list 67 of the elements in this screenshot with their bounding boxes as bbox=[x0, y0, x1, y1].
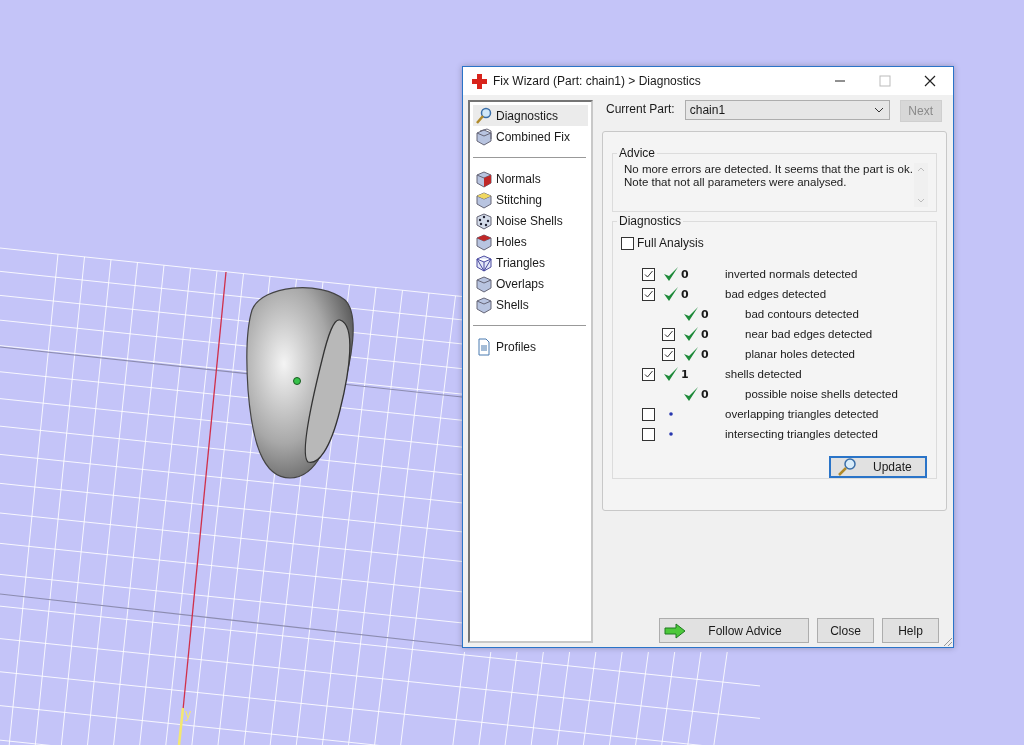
dot-icon bbox=[668, 432, 673, 436]
magnifier-icon bbox=[837, 458, 857, 476]
update-button[interactable]: Update bbox=[829, 456, 927, 478]
diagnostic-label: possible noise shells detected bbox=[745, 388, 898, 400]
magnifier-icon bbox=[475, 106, 493, 125]
close-icon[interactable] bbox=[924, 75, 936, 87]
cube-icon bbox=[475, 232, 493, 251]
group-title: Advice bbox=[618, 146, 657, 160]
current-part-label: Current Part: bbox=[606, 102, 675, 116]
count-value: 0 bbox=[681, 267, 689, 281]
count-value: 0 bbox=[681, 287, 689, 301]
document-icon bbox=[475, 337, 493, 356]
diagnostic-label: bad contours detected bbox=[745, 308, 859, 320]
cube-icon bbox=[475, 274, 493, 293]
axis-label: y bbox=[185, 707, 191, 721]
sidebar-item[interactable]: Shells bbox=[473, 294, 588, 315]
stacked-cubes-icon bbox=[475, 127, 493, 146]
group-title: Diagnostics bbox=[618, 214, 683, 228]
diagnostic-label: intersecting triangles detected bbox=[725, 428, 878, 440]
chevron-up-icon bbox=[917, 167, 925, 172]
dice-icon bbox=[475, 211, 493, 230]
advice-text: No more errors are detected. It seems that the part is ok. Note that not all parameters were analysed. bbox=[624, 163, 913, 190]
resize-grip-icon[interactable] bbox=[943, 637, 953, 647]
arrow-right-icon bbox=[664, 622, 686, 639]
checkbox[interactable] bbox=[621, 236, 634, 250]
scrollbar[interactable] bbox=[914, 163, 928, 207]
chevron-down-icon bbox=[917, 198, 925, 203]
cube-icon bbox=[475, 190, 493, 209]
diagnostic-label: shells detected bbox=[725, 368, 802, 380]
checkbox[interactable] bbox=[642, 367, 655, 381]
sidebar-item[interactable]: Triangles bbox=[473, 252, 588, 273]
sidebar-item[interactable]: Combined Fix bbox=[473, 126, 588, 147]
chevron-down-icon bbox=[873, 107, 884, 113]
checkbox[interactable] bbox=[642, 267, 655, 281]
count-value: 0 bbox=[701, 327, 709, 341]
part-dropdown[interactable]: chain1 bbox=[684, 100, 890, 120]
wireframe-cube-icon bbox=[475, 253, 493, 272]
dot-icon bbox=[668, 412, 673, 416]
count-value: 0 bbox=[701, 387, 709, 401]
diagnostic-label: near bad edges detected bbox=[745, 328, 873, 340]
cross-icon bbox=[472, 73, 487, 89]
count-value: 0 bbox=[701, 347, 709, 361]
diagnostic-label: overlapping triangles detected bbox=[725, 408, 879, 420]
sidebar-item[interactable]: Stitching bbox=[473, 189, 588, 210]
diagnostic-label: planar holes detected bbox=[745, 348, 855, 360]
sidebar-item[interactable]: Holes bbox=[473, 231, 588, 252]
checkbox[interactable] bbox=[642, 287, 655, 301]
checkbox[interactable] bbox=[662, 327, 675, 341]
checkbox-label: Full Analysis bbox=[637, 236, 704, 250]
diagnostic-label: inverted normals detected bbox=[725, 268, 858, 280]
sidebar-item[interactable]: Noise Shells bbox=[473, 210, 588, 231]
count-value: 0 bbox=[701, 307, 709, 321]
diagnostic-label: bad edges detected bbox=[725, 288, 827, 300]
follow-advice-button[interactable]: Follow Advice bbox=[659, 618, 809, 643]
cube-icon bbox=[475, 169, 493, 188]
sidebar-item[interactable]: Diagnostics bbox=[473, 105, 588, 126]
sidebar-item[interactable]: Overlaps bbox=[473, 273, 588, 294]
checkbox[interactable] bbox=[662, 347, 675, 361]
checkbox[interactable] bbox=[642, 427, 655, 441]
cube-icon bbox=[475, 295, 493, 314]
sidebar-item[interactable]: Profiles bbox=[473, 336, 588, 357]
dialog-button[interactable]: Close bbox=[817, 618, 874, 643]
window-title: Fix Wizard (Part: chain1) > Diagnostics bbox=[493, 74, 701, 88]
sidebar-item[interactable]: Normals bbox=[473, 168, 588, 189]
checkbox[interactable] bbox=[642, 407, 655, 421]
count-value: 1 bbox=[681, 367, 689, 381]
dialog-button[interactable]: Help bbox=[882, 618, 939, 643]
